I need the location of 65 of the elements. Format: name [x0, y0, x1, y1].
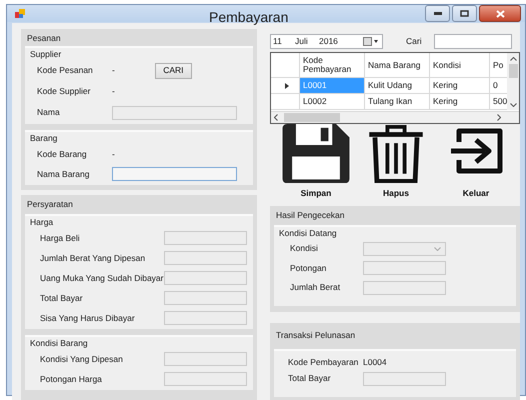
group-title: Kondisi Datang — [278, 228, 338, 239]
field-label: Jumlah Berat Yang Dipesan — [40, 252, 146, 264]
exit-icon — [449, 128, 503, 174]
current-row-icon — [284, 82, 288, 88]
panel-title: Persyaratan — [26, 198, 74, 210]
field-label: Nama — [37, 106, 61, 119]
field-label: Potongan Harga — [40, 372, 103, 386]
field-value: L0004 — [363, 356, 387, 369]
caret-icon — [434, 246, 441, 251]
input-field[interactable] — [112, 167, 237, 181]
table-cell[interactable]: Kering — [430, 78, 490, 94]
scroll-up-icon — [510, 57, 516, 61]
field-label: Uang Muka Yang Sudah Dibayar — [40, 272, 164, 284]
column-header[interactable]: Kondisi — [430, 53, 490, 78]
field-label: Kode Pesanan — [37, 64, 94, 77]
field-label: Sisa Yang Harus Dibayar — [40, 312, 136, 324]
close-icon — [496, 10, 504, 18]
field-label: Total Bayar — [288, 372, 332, 385]
field-label: Jumlah Berat — [290, 281, 342, 294]
scroll-down-icon — [510, 103, 516, 107]
scroll-left-icon — [274, 114, 278, 121]
grid-corner-header — [271, 53, 300, 78]
horizontal-scrollbar[interactable] — [271, 112, 519, 123]
close-button[interactable] — [479, 5, 521, 22]
scroll-right-icon — [497, 114, 501, 121]
field-label: Kondisi — [290, 242, 319, 256]
vertical-scrollbar[interactable] — [507, 53, 519, 110]
search-button[interactable]: CARI — [154, 62, 192, 78]
table-cell[interactable]: Kering — [430, 94, 490, 110]
field-label: Total Bayar — [40, 292, 84, 304]
field-label: Kondisi Yang Dipesan — [40, 352, 124, 366]
window-title: Pembayaran — [209, 8, 288, 27]
field-label: Kode Barang — [37, 148, 88, 160]
maximize-button[interactable] — [452, 5, 477, 22]
search-field[interactable] — [434, 34, 512, 49]
table-cell[interactable]: L0002 — [300, 94, 365, 110]
table-cell[interactable]: Kulit Udang — [365, 78, 430, 94]
field-value: - — [112, 85, 115, 98]
panel-title: Transaksi Pelunasan — [275, 328, 356, 340]
field-value: - — [112, 148, 115, 160]
panel-title: Pesanan — [26, 32, 62, 44]
field-value: - — [112, 64, 115, 77]
delete-button[interactable]: Hapus — [356, 124, 436, 200]
group-title: Barang — [29, 133, 58, 144]
group-title: Kondisi Barang — [29, 338, 89, 349]
group-title: Supplier — [29, 49, 62, 60]
date-picker[interactable]: 11 Juli 2016 — [270, 34, 383, 49]
field-label: Harga Beli — [40, 232, 81, 244]
exit-button[interactable]: Keluar — [436, 124, 516, 200]
trash-icon — [366, 124, 426, 184]
minimize-icon — [434, 12, 442, 15]
field-label: Potongan — [290, 262, 328, 275]
minimize-button[interactable] — [425, 5, 450, 22]
field-label: Kode Supplier — [37, 85, 92, 98]
column-header[interactable]: Nama Barang — [365, 53, 430, 78]
field-label: Nama Barang — [37, 168, 90, 180]
search-label: Cari — [406, 35, 422, 48]
app-icon — [15, 9, 25, 18]
field-label: Kode Pembayaran — [288, 356, 360, 369]
table-cell[interactable]: Tulang Ikan — [365, 94, 430, 110]
panel-title: Hasil Pengecekan — [275, 209, 346, 221]
maximize-icon — [460, 10, 469, 17]
save-button[interactable]: Simpan — [276, 124, 356, 200]
calendar-dropdown-icon — [363, 37, 379, 46]
group-title: Harga — [29, 217, 54, 228]
